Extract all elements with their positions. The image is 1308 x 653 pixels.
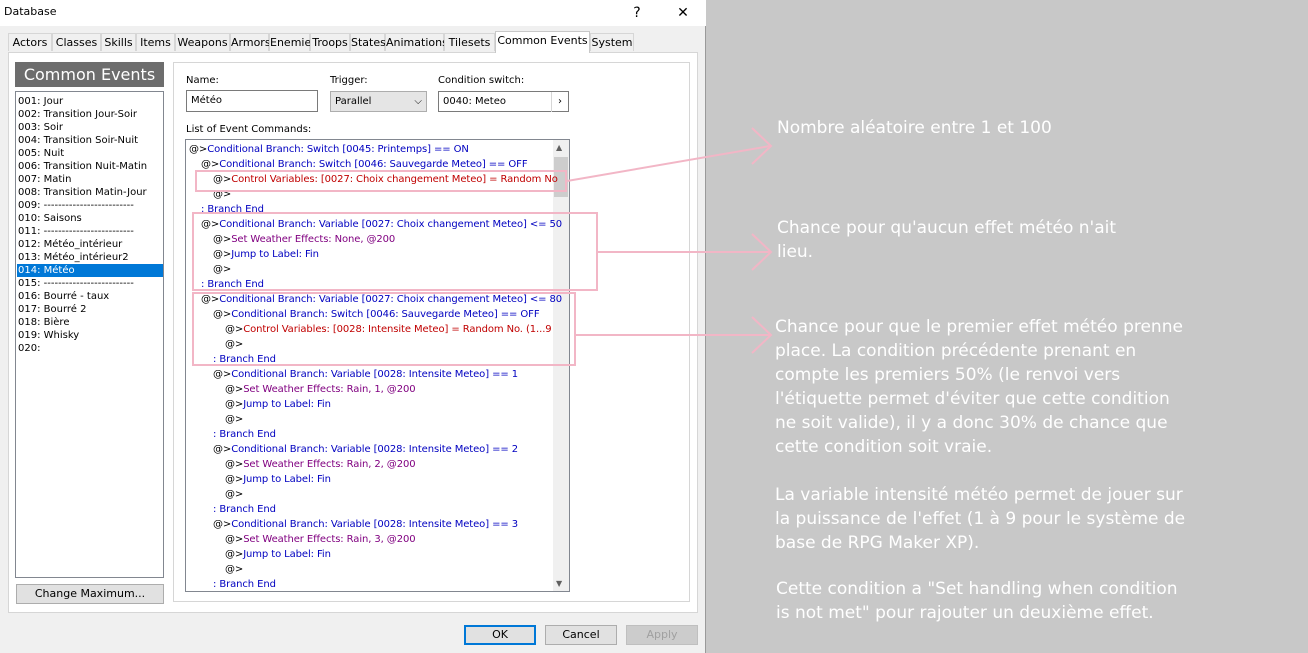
note-line: l'étiquette permet d'éviter que cette co…	[775, 389, 1170, 409]
note-handling: Cette condition a "Set handling when con…	[776, 577, 1178, 625]
note-line: La variable intensité météo permet de jo…	[775, 485, 1183, 505]
note-line: Chance pour que le premier effet météo p…	[775, 317, 1183, 337]
note-line: compte les premiers 50% (le renvoi vers	[775, 365, 1121, 385]
note-line: cette condition soit vraie.	[775, 437, 993, 457]
note-line: Cette condition a "Set handling when con…	[776, 579, 1178, 599]
note-line: Chance pour qu'aucun effet météo n'ait	[777, 218, 1117, 238]
note-line: is not met" pour rajouter un deuxième ef…	[776, 603, 1154, 623]
tab-common-events[interactable]: Common Events	[495, 31, 590, 53]
note-line: base de RPG Maker XP).	[775, 533, 980, 553]
note-line: ne soit valide), il y a donc 30% de chan…	[775, 413, 1168, 433]
note-line: Nombre aléatoire entre 1 et 100	[777, 118, 1052, 138]
note-line: lieu.	[777, 242, 814, 262]
note-first-effect: Chance pour que le premier effet météo p…	[775, 315, 1183, 459]
note-random-number: Nombre aléatoire entre 1 et 100	[777, 116, 1052, 140]
note-no-weather: Chance pour qu'aucun effet météo n'ait li…	[777, 216, 1116, 264]
arrow-line-1	[566, 145, 771, 182]
note-line: place. La condition précédente prenant e…	[775, 341, 1137, 361]
note-intensity: La variable intensité météo permet de jo…	[775, 483, 1185, 555]
note-line: la puissance de l'effet (1 à 9 pour le s…	[775, 509, 1186, 529]
